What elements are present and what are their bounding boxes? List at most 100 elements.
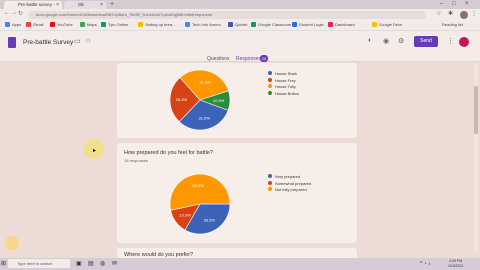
bookmark-icon [185,22,190,27]
chrome-icon[interactable]: ◍ [100,260,105,267]
new-tab-icon[interactable]: + [110,1,114,9]
more-options-icon[interactable]: ⋮ [447,37,454,45]
back-icon[interactable]: ← [4,10,10,16]
taskbar [0,258,480,270]
bookmark-dashboard[interactable]: Dashboard [328,22,355,27]
tab-questions[interactable]: Questions [207,56,230,62]
apps-icon [5,22,10,27]
folder-icon[interactable]: ▭ [74,37,81,45]
legend-item: Not fully prepared [268,187,311,194]
legend-swatch [268,187,272,191]
bookmark-student[interactable]: Student Login [292,22,324,27]
legend-swatch [268,180,272,185]
bookmark-label: Tech Info Ammo [192,22,221,27]
pie-chart-1: 31.6% 26.3% 31.6% 10.5% [169,69,231,131]
profile-avatar[interactable] [460,11,468,19]
legend-swatch [268,84,272,88]
legend-swatch [268,90,272,95]
forward-icon[interactable]: → [11,10,17,16]
bookmark-label: Quizlet [235,22,248,27]
form-title[interactable]: Pre-battle Survey [23,39,73,46]
youtube-icon [50,22,55,27]
bookmark-drive[interactable]: Google Drive [372,22,402,27]
clock-date: 1/15/2021 [448,264,464,268]
bookmark-label: Reading list [442,22,463,27]
google-forms-icon[interactable] [8,37,16,48]
slice-label: 31.6% [199,116,211,121]
legend-swatch [268,174,272,178]
pie-chart-2: 33.3% 13.3% 53.3% [169,173,231,235]
legend-label: Not fully prepared [275,187,307,192]
bookmark-reading-list[interactable]: Reading list [442,22,463,27]
drive-icon [372,22,377,27]
url-input[interactable]: docs.google.com/forms/d/1W5wbedhudR8X1pB… [28,11,426,19]
menu-icon[interactable]: ⋮ [471,10,477,17]
floating-action-button[interactable] [5,236,19,250]
bookmark-maps[interactable]: Maps [80,22,97,27]
taskbar-search-input[interactable]: Type here to search [8,259,70,268]
browser-tab-forms[interactable]: Pre-battle survey - Google Forms × [4,1,62,15]
tab-responses[interactable]: Responses [236,56,261,62]
bookmark-quizlet[interactable]: Quizlet [228,22,247,27]
palette-icon[interactable]: ◐ [368,37,372,44]
bookmark-icon [138,22,143,27]
extensions-icon[interactable]: ✱ [448,10,453,17]
slice-label: 33.3% [204,218,216,223]
slice-label: 10.5% [213,98,225,103]
slice-label: 31.6% [199,80,211,85]
task-view-icon[interactable]: ▣ [76,260,82,267]
reload-icon[interactable]: ↻ [18,10,23,17]
avatar[interactable] [459,37,469,47]
browser-tab-other[interactable]: Ok × [64,1,106,9]
bookmark-icon [101,22,106,27]
legend-item: House Bolton [268,90,300,98]
taskbar-clock[interactable]: 2:05 PM 1/15/2021 [448,259,464,269]
file-explorer-icon[interactable]: ▤ [88,260,94,267]
browser-tab-title: Ok [78,2,84,7]
bookmark-icon [228,22,233,27]
bookmark-label: Dashboard [335,22,355,27]
bookmark-icon [251,22,256,27]
slice-label: 26.3% [176,97,188,102]
legend-label: House Frey [275,77,296,83]
star-icon[interactable]: ☆ [85,37,91,45]
bookmark-youtube[interactable]: YouTube [50,22,73,27]
minimize-icon[interactable]: – [440,0,443,9]
system-tray-icons[interactable]: ^ ◔ ♪ [420,261,431,267]
bookmark-icon [292,22,297,27]
scrollbar-thumb[interactable] [474,86,478,134]
close-icon[interactable]: × [100,1,103,9]
bookmark-gmail[interactable]: Gmail [26,22,43,27]
gmail-icon [26,22,31,27]
legend-1: House Stark House Frey House Tully House… [268,71,299,97]
close-window-icon[interactable]: × [465,0,469,9]
legend-2: Very prepared Somewhat prepared Not full… [268,174,311,194]
mail-icon[interactable]: ✉ [112,260,117,267]
bookmark-label: YouTube [57,22,73,27]
bookmark-icon [328,22,333,27]
windows-start-icon[interactable]: ⊞ [1,260,6,267]
legend-label: Very prepared [275,174,301,179]
bookmark-setting[interactable]: Setting up brea... [138,22,175,27]
bookmark-label: Google Drive [379,22,403,27]
maximize-icon[interactable]: □ [452,0,456,9]
settings-icon[interactable]: ⚙ [398,37,404,45]
star-icon[interactable]: ☆ [436,10,441,17]
legend-label: House Stark [275,71,298,76]
question-title: How prepared do you feel for battle? [124,150,213,156]
bookmark-label: Gmail [33,22,44,27]
bookmark-label: Tyto Online [108,22,129,27]
slice-label: 13.3% [179,212,191,217]
send-button[interactable]: Send [414,36,438,47]
bookmark-tyto[interactable]: Tyto Online [101,22,128,27]
bookmark-tech[interactable]: Tech Info Ammo [185,22,221,27]
legend-label: House Bolton [275,90,300,96]
bookmark-classroom[interactable]: Google Classroom [251,22,291,27]
bookmark-apps[interactable]: Apps [5,22,21,27]
close-icon[interactable]: × [56,1,59,9]
maps-icon [80,22,85,27]
response-count: 15 responses [124,158,149,163]
preview-eye-icon[interactable]: ◉ [383,37,389,45]
question-card-2 [117,143,357,243]
slice-label: 53.3% [192,183,204,188]
